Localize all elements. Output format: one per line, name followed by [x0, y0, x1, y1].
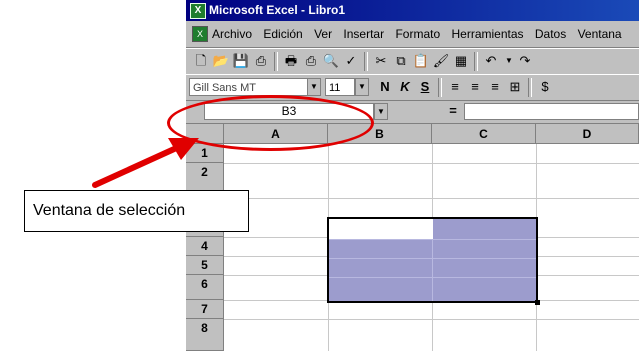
- annotation-arrow: [92, 138, 199, 188]
- callout-label: Ventana de selección: [24, 190, 249, 232]
